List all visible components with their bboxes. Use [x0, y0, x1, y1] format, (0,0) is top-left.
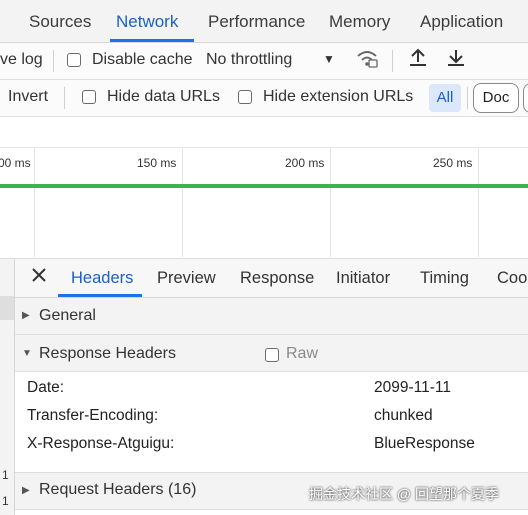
- timeline-gridline: [330, 147, 331, 257]
- tab-network[interactable]: Network: [116, 0, 178, 42]
- tab-performance[interactable]: Performance: [208, 0, 305, 42]
- toolbar-divider: [392, 50, 393, 72]
- timeline-request-bar: [0, 184, 528, 188]
- tab-initiator[interactable]: Initiator: [336, 259, 390, 297]
- disable-cache-label: Disable cache: [92, 51, 193, 68]
- tab-application[interactable]: Application: [420, 0, 503, 42]
- timeline-tick-label: 200 ms: [285, 156, 325, 170]
- chevron-down-icon[interactable]: ▼: [323, 52, 335, 66]
- timeline-tick-label: 00 ms: [0, 156, 31, 170]
- header-value: chunked: [374, 407, 433, 424]
- watermark: 掘金技术社区 @ 回望那个夏季: [309, 486, 499, 502]
- header-name: Transfer-Encoding:: [27, 407, 159, 424]
- expand-triangle-icon[interactable]: ▶: [22, 485, 30, 496]
- timeline-tick-label: 150 ms: [137, 156, 177, 170]
- disable-cache-checkbox[interactable]: [67, 53, 81, 67]
- upload-icon[interactable]: [407, 47, 429, 73]
- toolbar-divider: [467, 87, 468, 109]
- tab-preview[interactable]: Preview: [157, 259, 216, 297]
- filter-all-button[interactable]: All: [429, 84, 461, 112]
- close-icon[interactable]: [30, 266, 48, 288]
- tab-response[interactable]: Response: [240, 259, 314, 297]
- header-name: X-Response-Atguigu:: [27, 435, 175, 452]
- selected-request-row[interactable]: [0, 296, 14, 320]
- toolbar-divider: [53, 50, 54, 72]
- hide-data-urls-label: Hide data URLs: [107, 88, 220, 105]
- network-conditions-icon[interactable]: [355, 47, 379, 73]
- timeline-overview[interactable]: [0, 117, 528, 259]
- header-value: 2099-11-11: [374, 379, 451, 396]
- header-value: BlueResponse: [374, 435, 475, 452]
- tab-headers-underline: [58, 294, 142, 297]
- tab-timing[interactable]: Timing: [420, 259, 469, 297]
- download-icon[interactable]: [445, 47, 467, 73]
- invert-label[interactable]: Invert: [8, 88, 48, 106]
- request-row-fragment: 1: [2, 468, 9, 482]
- preserve-log-label[interactable]: ve log: [0, 51, 43, 69]
- filter-doc-button[interactable]: Doc: [473, 83, 519, 113]
- tab-network-underline: [110, 39, 194, 42]
- throttling-select[interactable]: No throttling: [206, 51, 292, 69]
- tab-memory[interactable]: Memory: [329, 0, 390, 42]
- toolbar-divider: [64, 87, 65, 109]
- request-row-fragment: 1: [2, 494, 9, 508]
- collapse-triangle-icon[interactable]: ▼: [22, 348, 32, 359]
- timeline-divider: [0, 147, 528, 148]
- tab-headers[interactable]: Headers: [71, 259, 133, 297]
- timeline-gridline: [478, 147, 479, 257]
- expand-triangle-icon[interactable]: ▶: [22, 310, 30, 321]
- header-name: Date:: [27, 379, 65, 396]
- hide-data-urls-checkbox[interactable]: [82, 90, 96, 104]
- tab-sources[interactable]: Sources: [29, 0, 91, 42]
- filter-next-button[interactable]: [523, 83, 528, 113]
- timeline-tick-label: 250 ms: [433, 156, 473, 170]
- general-section-title[interactable]: General: [39, 307, 96, 325]
- hide-extension-urls-label: Hide extension URLs: [263, 88, 414, 105]
- request-headers-title[interactable]: Request Headers (16): [39, 481, 196, 499]
- raw-label: Raw: [286, 345, 319, 362]
- tab-cookies[interactable]: Coo: [497, 259, 527, 297]
- response-headers-title[interactable]: Response Headers: [39, 345, 176, 363]
- raw-checkbox[interactable]: [265, 348, 279, 362]
- hide-extension-urls-checkbox[interactable]: [238, 90, 252, 104]
- timeline-gridline: [182, 147, 183, 257]
- timeline-gridline: [34, 147, 35, 257]
